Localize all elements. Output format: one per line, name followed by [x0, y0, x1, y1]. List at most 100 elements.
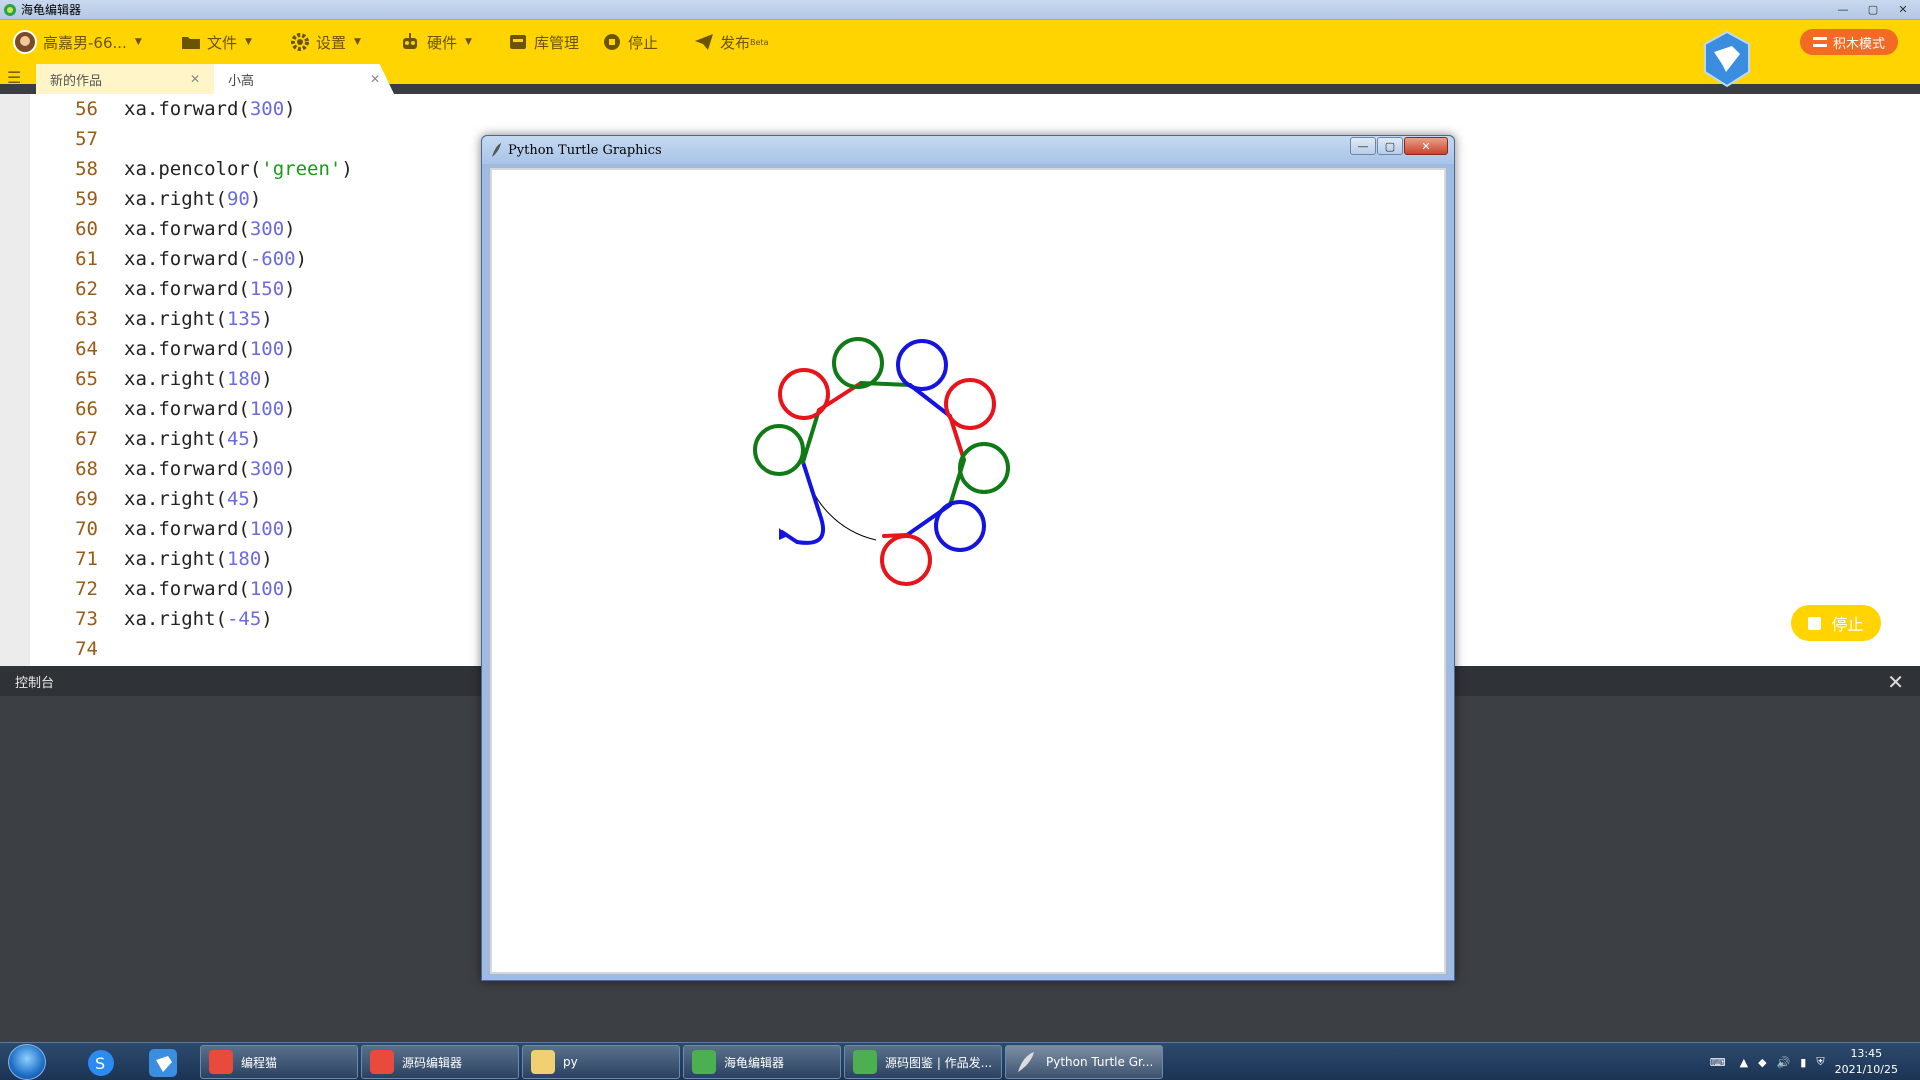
line-number: 58 — [75, 158, 98, 180]
library-button[interactable]: 库管理 — [509, 20, 579, 64]
turtle-maximize-button[interactable]: ▢ — [1377, 137, 1403, 155]
code-token: ) — [284, 398, 296, 420]
turtle-minimize-button[interactable]: — — [1350, 137, 1376, 155]
svg-text:S: S — [95, 1054, 105, 1073]
turtle-window-titlebar[interactable]: Python Turtle Graphics — ▢ ✕ — [482, 136, 1454, 164]
code-token: xa.right( — [124, 608, 227, 630]
library-label: 库管理 — [534, 33, 580, 52]
app-titlebar: 海龟编辑器 — ▢ ✕ — [0, 0, 1920, 20]
code-token: xa.right( — [124, 308, 227, 330]
taskbar-item-py-folder[interactable]: py — [522, 1045, 680, 1079]
turtle-circle — [958, 442, 1010, 494]
console-close-icon[interactable]: ✕ — [1887, 670, 1904, 694]
code-token: ) — [284, 578, 296, 600]
code-line[interactable]: 60 xa.forward(300) — [30, 214, 296, 244]
user-menu[interactable]: 高嘉男-66... ▼ — [13, 20, 142, 64]
line-number: 61 — [75, 248, 98, 270]
sogou-icon[interactable]: S — [86, 1048, 116, 1078]
taskbar-item-turtle-graphics[interactable]: Python Turtle Gr... — [1005, 1045, 1163, 1079]
code-token: ) — [249, 188, 262, 210]
turtle-editor-pin-icon[interactable] — [148, 1048, 178, 1078]
settings-menu[interactable]: 设置 ▼ — [291, 20, 361, 64]
code-line[interactable]: 63 xa.right(135) — [30, 304, 273, 334]
hamburger-menu-icon[interactable]: ☰ — [7, 70, 23, 86]
code-line[interactable]: 65 xa.right(180) — [30, 364, 273, 394]
code-token: 180 — [226, 368, 262, 390]
code-token: ) — [249, 488, 262, 510]
taskbar-label: 海龟编辑器 — [724, 1055, 785, 1070]
code-line[interactable]: 62 xa.forward(150) — [30, 274, 296, 304]
code-line[interactable]: 68 xa.forward(300) — [30, 454, 296, 484]
code-line[interactable]: 74 — [30, 634, 124, 664]
code-token: -600 — [249, 248, 296, 270]
code-line[interactable]: 57 — [30, 124, 124, 154]
circles — [753, 337, 1010, 586]
code-line[interactable]: 66 xa.forward(100) — [30, 394, 296, 424]
stop-button[interactable]: 停止 — [603, 20, 658, 64]
avatar — [13, 30, 37, 54]
code-token: ) — [249, 428, 262, 450]
paper-plane-icon — [695, 34, 713, 50]
tab-xiaogao[interactable]: 小高 ✕ — [214, 64, 394, 94]
taskbar-item-turtle-editor[interactable]: 海龟编辑器 — [683, 1045, 841, 1079]
block-mode-button[interactable]: 积木模式 — [1800, 29, 1898, 55]
hardware-menu-label: 硬件 — [427, 33, 458, 52]
code-line[interactable]: 58 xa.pencolor('green') — [30, 154, 353, 184]
code-token: ) — [261, 368, 273, 390]
code-token: ) — [284, 278, 296, 300]
keyboard-icon[interactable]: ⌨ — [1710, 1056, 1726, 1069]
hardware-menu[interactable]: 硬件 ▼ — [400, 20, 472, 64]
taskbar-item-source-gallery[interactable]: 源码图鉴 | 作品发... — [844, 1045, 1002, 1079]
taskbar-item-source-editor[interactable]: 源码编辑器 — [361, 1045, 519, 1079]
maximize-button[interactable]: ▢ — [1860, 0, 1886, 18]
line-number: 65 — [75, 368, 98, 390]
turtle-window-title: Python Turtle Graphics — [508, 142, 662, 158]
taskbar-item-biancheng-mao[interactable]: 编程猫 — [200, 1045, 358, 1079]
blocks-icon — [1812, 37, 1827, 47]
taskbar-label: 编程猫 — [241, 1055, 278, 1070]
line-number: 59 — [75, 188, 98, 210]
publish-button[interactable]: 发布 Beta — [695, 20, 768, 64]
turtle-circle — [753, 424, 805, 476]
code-line[interactable]: 69 xa.right(45) — [30, 484, 261, 514]
minimize-button[interactable]: — — [1830, 0, 1856, 18]
file-menu[interactable]: 文件 ▼ — [182, 20, 252, 64]
security-icon[interactable]: ⛨ — [1816, 1055, 1824, 1069]
code-token: ) — [261, 308, 273, 330]
line-number: 74 — [75, 638, 98, 660]
window-controls: — ▢ ✕ — [1826, 0, 1916, 18]
code-line[interactable]: 71 xa.right(180) — [30, 544, 273, 574]
tab-close-icon[interactable]: ✕ — [370, 72, 380, 86]
file-menu-label: 文件 — [207, 33, 238, 52]
app-icon — [370, 1050, 394, 1074]
turtle-window-controls: — ▢ ✕ — [1349, 137, 1448, 155]
code-line[interactable]: 56 xa.forward(300) — [30, 94, 296, 124]
turtle-canvas[interactable] — [490, 168, 1446, 974]
code-line[interactable]: 64 xa.forward(100) — [30, 334, 296, 364]
close-button[interactable]: ✕ — [1890, 0, 1916, 18]
code-line[interactable]: 67 xa.right(45) — [30, 424, 261, 454]
code-line[interactable]: 73 xa.right(-45) — [30, 604, 273, 634]
floating-stop-button[interactable]: 停止 — [1791, 605, 1881, 641]
code-line[interactable]: 70 xa.forward(100) — [30, 514, 296, 544]
chevron-down-icon: ▼ — [245, 37, 252, 47]
turtle-close-button[interactable]: ✕ — [1404, 137, 1448, 155]
line-number: 70 — [75, 518, 98, 540]
tab-close-icon[interactable]: ✕ — [190, 72, 200, 86]
app-icon — [853, 1050, 877, 1074]
clock[interactable]: 13:45 2021/10/25 — [1835, 1046, 1898, 1078]
start-button[interactable] — [8, 1044, 46, 1080]
code-line[interactable]: 72 xa.forward(100) — [30, 574, 296, 604]
volume-icon[interactable]: 🔊 — [1777, 1056, 1791, 1069]
turtle-circle — [934, 500, 986, 552]
network-icon[interactable]: ▮ — [1800, 1056, 1806, 1069]
line-number: 69 — [75, 488, 98, 510]
code-token: 180 — [226, 548, 262, 570]
tab-new-work[interactable]: 新的作品 ✕ — [36, 64, 214, 94]
code-line[interactable]: 59 xa.right(90) — [30, 184, 261, 214]
app-icon — [209, 1050, 233, 1074]
taskbar-label: Python Turtle Gr... — [1046, 1055, 1154, 1069]
code-line[interactable]: 61 xa.forward(-600) — [30, 244, 307, 274]
turtle-tray-icon[interactable]: ◆ — [1758, 1056, 1766, 1069]
tray-expand-icon[interactable]: ▲ — [1740, 1056, 1748, 1069]
